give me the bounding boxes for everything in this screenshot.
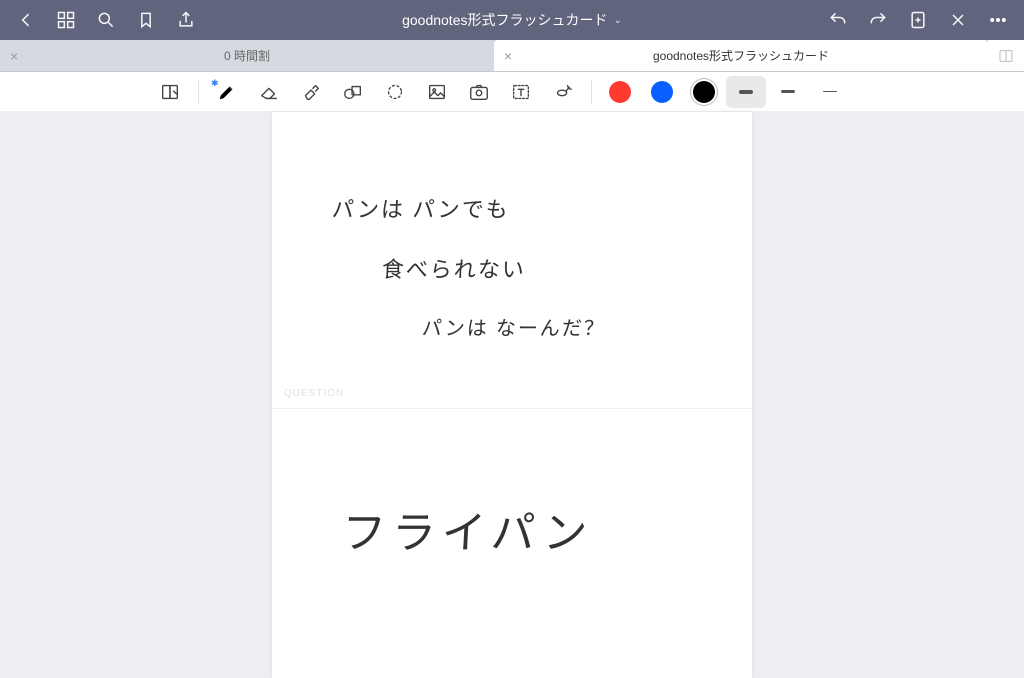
shape-tool-icon[interactable] [333, 76, 373, 108]
stroke-thin[interactable] [810, 76, 850, 108]
card-divider [272, 408, 752, 409]
share-icon[interactable] [168, 2, 204, 38]
question-line: パンは パンでも [331, 192, 510, 224]
close-tab-icon[interactable]: × [504, 48, 512, 64]
title-bar: goodnotes形式フラッシュカード ⌄ [0, 0, 1024, 40]
close-icon[interactable] [940, 2, 976, 38]
tab-label: goodnotes形式フラッシュカード [653, 47, 829, 64]
question-section-label: QUESTION [284, 388, 344, 399]
magic-tool-icon[interactable] [543, 76, 583, 108]
chevron-down-icon: ⌄ [614, 15, 622, 26]
readonly-toggle-icon[interactable] [150, 76, 190, 108]
stroke-thick[interactable] [726, 76, 766, 108]
question-line: パンは なーんだ？ [421, 312, 607, 341]
search-icon[interactable] [88, 2, 124, 38]
split-view-icon[interactable] [988, 40, 1024, 71]
undo-icon[interactable] [820, 2, 856, 38]
color-blue[interactable] [642, 76, 682, 108]
grid-icon[interactable] [48, 2, 84, 38]
tab-inactive[interactable]: × 0 時間割 [0, 40, 494, 71]
canvas-stage[interactable]: パンは パンでも 食べられない パンは なーんだ？ QUESTION フライパン [0, 112, 1024, 678]
document-title-label: goodnotes形式フラッシュカード [402, 10, 607, 30]
color-red[interactable] [600, 76, 640, 108]
flashcard-page[interactable]: パンは パンでも 食べられない パンは なーんだ？ QUESTION フライパン [272, 112, 752, 678]
color-black[interactable] [684, 76, 724, 108]
eraser-tool-icon[interactable] [249, 76, 289, 108]
close-tab-icon[interactable]: × [10, 48, 18, 64]
camera-tool-icon[interactable] [459, 76, 499, 108]
document-title[interactable]: goodnotes形式フラッシュカード ⌄ [204, 10, 820, 30]
pen-tool-icon[interactable]: ✱ [207, 76, 247, 108]
divider [198, 80, 199, 104]
answer-text: フライパン [340, 497, 595, 561]
back-icon[interactable] [8, 2, 44, 38]
highlighter-tool-icon[interactable] [291, 76, 331, 108]
text-tool-icon[interactable] [501, 76, 541, 108]
bluetooth-icon: ✱ [211, 78, 219, 89]
tool-bar: ✱ [0, 72, 1024, 112]
tab-active[interactable]: × goodnotes形式フラッシュカード [494, 40, 988, 71]
stroke-medium[interactable] [768, 76, 808, 108]
redo-icon[interactable] [860, 2, 896, 38]
tab-label: 0 時間割 [224, 47, 270, 64]
add-page-icon[interactable] [900, 2, 936, 38]
tab-bar: × 0 時間割 × goodnotes形式フラッシュカード [0, 40, 1024, 72]
divider [591, 80, 592, 104]
image-tool-icon[interactable] [417, 76, 457, 108]
bookmark-icon[interactable] [128, 2, 164, 38]
lasso-tool-icon[interactable] [375, 76, 415, 108]
question-line: 食べられない [381, 252, 527, 284]
more-icon[interactable] [980, 2, 1016, 38]
